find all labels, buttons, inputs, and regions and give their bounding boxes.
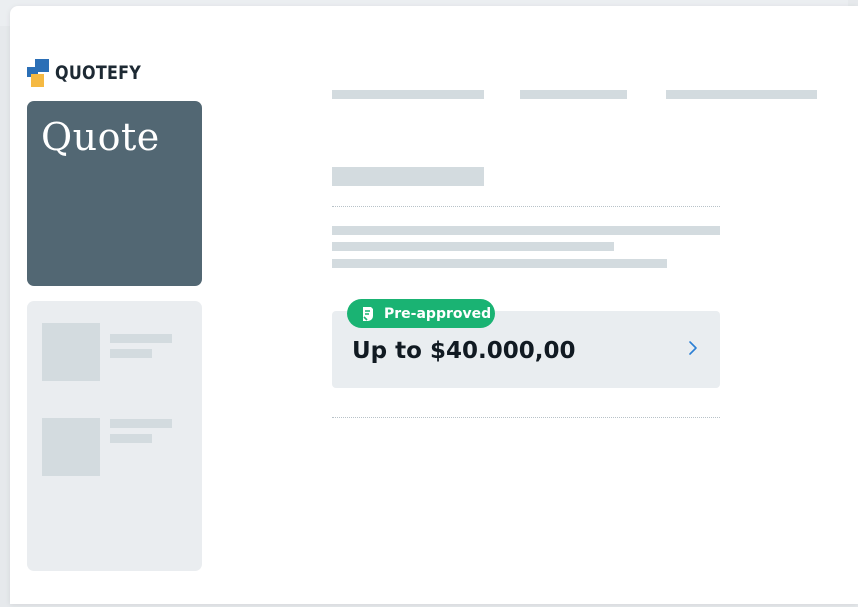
text-placeholder [332,226,720,235]
badge-label: Pre-approved [384,305,492,322]
chevron-right-icon[interactable] [686,340,700,356]
certificate-icon [363,306,373,321]
app-window: QUOTEFY Quote Pre-approved Up to $40.000… [10,6,858,604]
quotefy-logo-icon [27,59,49,87]
loan-amount: Up to $40.000,00 [352,338,576,364]
quote-card[interactable]: Quote [27,101,202,286]
side-panel [27,301,202,571]
pre-approved-badge: Pre-approved [347,299,495,328]
text-placeholder [332,259,667,268]
quote-card-title: Quote [41,115,160,159]
placeholder-thumbnail [42,418,100,476]
nav-placeholder [666,90,817,99]
placeholder-line [110,349,152,358]
placeholder-thumbnail [42,323,100,381]
brand-name: QUOTEFY [55,62,142,84]
placeholder-line [110,434,152,443]
nav-placeholder [520,90,627,99]
placeholder-line [110,334,172,343]
placeholder-line [110,419,172,428]
heading-placeholder [332,167,484,186]
nav-placeholder [332,90,484,99]
divider [332,417,720,418]
divider [332,206,720,207]
text-placeholder [332,242,614,251]
